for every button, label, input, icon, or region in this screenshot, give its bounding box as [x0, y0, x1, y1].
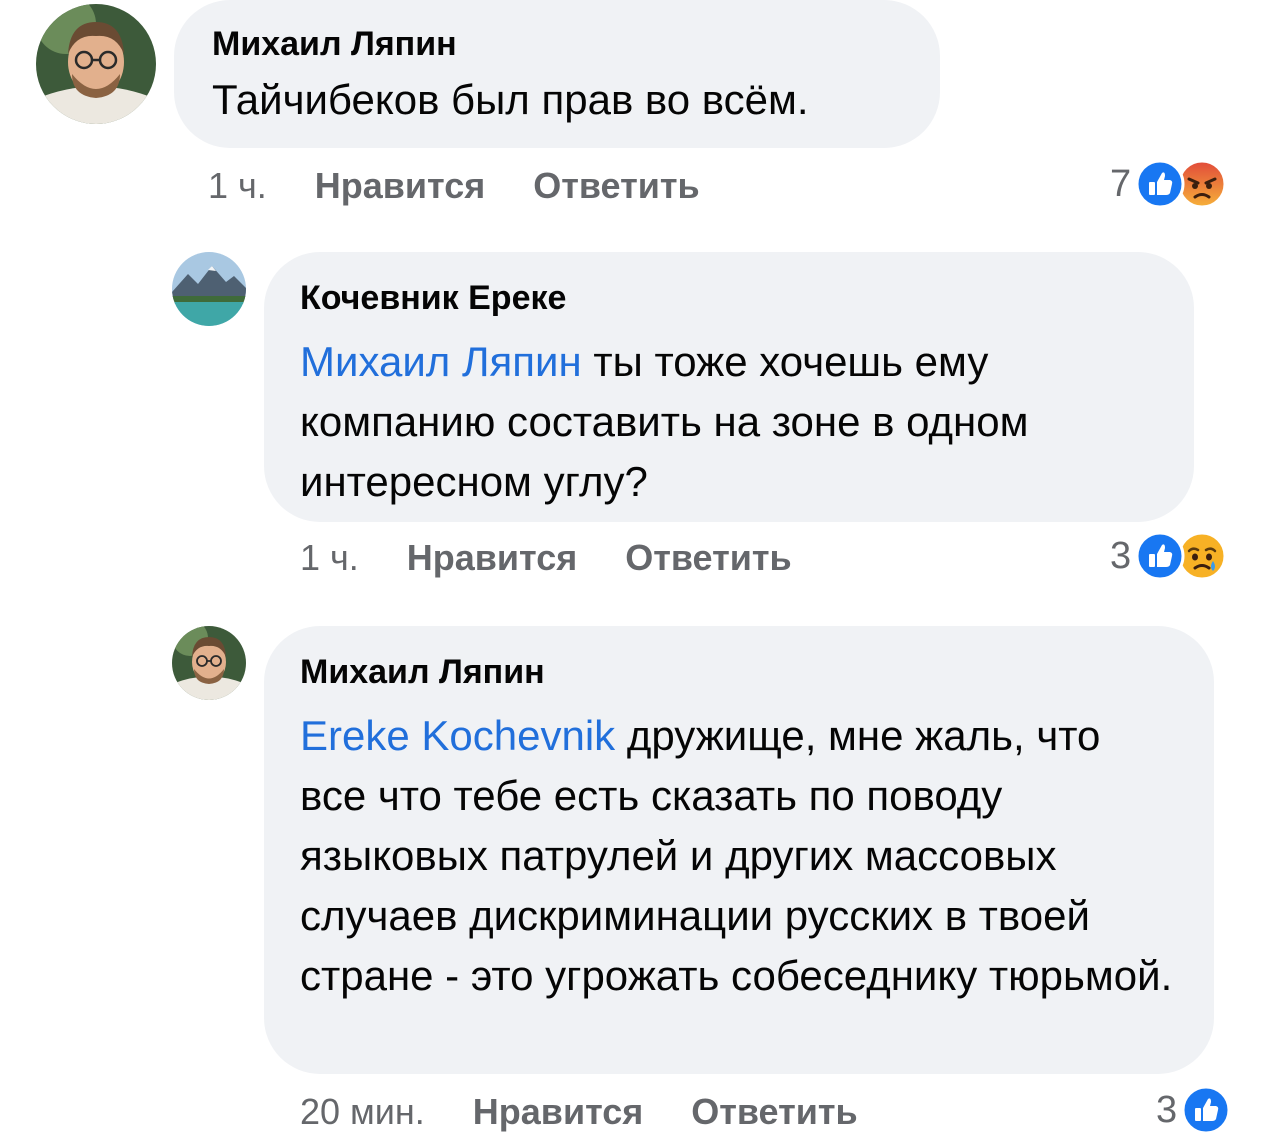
comment-author[interactable]: Михаил Ляпин — [300, 652, 1178, 692]
comment-author[interactable]: Кочевник Ереке — [300, 278, 1158, 318]
comment-bubble: Кочевник Ереке Михаил Ляпин ты тоже хоче… — [264, 252, 1194, 522]
comment-bubble: Михаил Ляпин Тайчибеков был прав во всём… — [174, 0, 940, 148]
avatar[interactable] — [172, 626, 246, 700]
comment-actions: 1 ч. Нравится Ответить — [300, 536, 792, 580]
reactions-summary[interactable]: 3 — [1110, 530, 1227, 582]
comment-time[interactable]: 20 мин. — [300, 1091, 425, 1132]
reaction-count: 3 — [1110, 534, 1132, 577]
reply-button[interactable]: Ответить — [533, 165, 699, 206]
comment-actions: 20 мин. Нравится Ответить — [300, 1090, 858, 1134]
comment-text: Михаил Ляпин ты тоже хочешь ему компанию… — [300, 332, 1158, 512]
reactions-summary[interactable]: 3 — [1156, 1084, 1231, 1136]
mention-link[interactable]: Ereke Kochevnik — [300, 712, 615, 759]
reply-button[interactable]: Ответить — [691, 1091, 857, 1132]
comment-actions: 1 ч. Нравится Ответить — [208, 164, 700, 208]
reaction-count: 3 — [1156, 1088, 1178, 1131]
like-button[interactable]: Нравится — [315, 165, 485, 206]
reactions-summary[interactable]: 7 — [1110, 158, 1227, 210]
like-icon — [1135, 159, 1185, 209]
reaction-count: 7 — [1110, 162, 1132, 205]
comment-text: Тайчибеков был прав во всём. — [212, 70, 902, 130]
comment-text: Ereke Kochevnik дружище, мне жаль, что в… — [300, 706, 1178, 1006]
comment-time[interactable]: 1 ч. — [208, 165, 267, 206]
avatar[interactable] — [36, 4, 156, 124]
comment-bubble: Михаил Ляпин Ereke Kochevnik дружище, мн… — [264, 626, 1214, 1074]
like-button[interactable]: Нравится — [407, 537, 577, 578]
comment-author[interactable]: Михаил Ляпин — [212, 24, 902, 64]
avatar[interactable] — [172, 252, 246, 326]
like-icon — [1135, 531, 1185, 581]
like-button[interactable]: Нравится — [473, 1091, 643, 1132]
comment-body: Тайчибеков был прав во всём. — [212, 76, 809, 123]
comment-time[interactable]: 1 ч. — [300, 537, 359, 578]
reply-button[interactable]: Ответить — [625, 537, 791, 578]
like-icon — [1181, 1085, 1231, 1135]
mention-link[interactable]: Михаил Ляпин — [300, 338, 582, 385]
